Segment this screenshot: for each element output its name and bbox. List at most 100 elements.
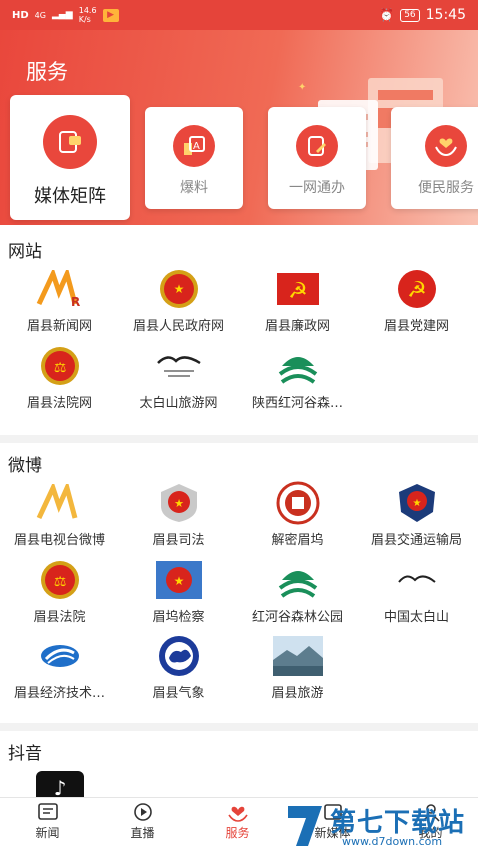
svg-text:★: ★: [412, 498, 421, 509]
service-label: 爆料: [180, 180, 208, 196]
news-icon: [37, 803, 58, 820]
service-card-report[interactable]: A 爆料: [145, 107, 243, 209]
weibo-item[interactable]: ★ 眉县司法: [119, 483, 238, 548]
service-label: 媒体矩阵: [34, 186, 106, 207]
weibo-item[interactable]: ⚖ 眉县法院: [0, 560, 119, 625]
weibo-name: 中国太白山: [383, 610, 449, 625]
tourism-photo-icon: [272, 636, 323, 676]
play-icon: [133, 803, 152, 821]
svg-text:✦: ✦: [298, 82, 306, 93]
svg-text:★: ★: [174, 497, 184, 510]
weibo-item[interactable]: 眉县电视台微博: [0, 483, 119, 548]
watermark-url: www.d7down.com: [342, 835, 443, 848]
app-page: HD 4G ▂▄▆ 14.6 K/s ▶ ⏰ 56 15:45 服务 ✦ 媒体矩…: [0, 0, 478, 850]
svg-text:☭: ☭: [288, 279, 308, 304]
site-watermark: 第七下载站 www.d7down.com: [282, 800, 478, 850]
service-card-media-matrix[interactable]: 媒体矩阵: [10, 95, 130, 220]
service-card-convenience[interactable]: 便民服务: [391, 107, 478, 209]
websites-section: 网站 R 眉县新闻网 ★ 眉县人民政府网 ☭ 眉县廉政网 ☭ 眉县党建网 ⚖ 眉…: [0, 225, 478, 435]
network-speed: 14.6 K/s: [79, 6, 97, 24]
svg-text:A: A: [193, 141, 200, 152]
one-stop-service-icon: [296, 125, 338, 167]
nav-label: 直播: [130, 826, 155, 840]
watermark-logo-icon: [288, 806, 322, 846]
section-title: 网站: [8, 242, 42, 262]
website-name: 太白山旅游网: [139, 396, 218, 411]
weibo-item[interactable]: 解密眉坞: [238, 481, 357, 548]
convenience-service-icon: [425, 125, 467, 167]
section-divider: [0, 723, 478, 731]
nav-service[interactable]: 服务: [190, 802, 285, 841]
weibo-item[interactable]: 红河谷森林公园: [238, 560, 357, 625]
notification-app-icon: ▶: [102, 8, 119, 22]
status-bar: HD 4G ▂▄▆ 14.6 K/s ▶ ⏰ 56 15:45: [0, 0, 478, 30]
battery-icon: 56: [400, 8, 420, 22]
svg-text:⚖: ⚖: [53, 574, 66, 590]
tv-station-logo-icon: [35, 483, 85, 523]
service-label: 便民服务: [418, 180, 474, 196]
network-type: HD: [12, 9, 29, 21]
section-title: 微博: [8, 456, 42, 476]
website-name: 眉县法院网: [26, 396, 92, 411]
website-item[interactable]: ☭ 眉县廉政网: [238, 269, 357, 334]
weibo-item[interactable]: 眉县气象: [119, 636, 238, 701]
meteorology-emblem-icon: [154, 636, 204, 676]
website-item[interactable]: 陕西红河谷森…: [238, 346, 357, 411]
service-card-one-stop[interactable]: 一网通办: [268, 107, 366, 209]
meixian-news-logo-icon: R: [35, 269, 85, 309]
weibo-item[interactable]: ★ 眉坞检察: [119, 560, 238, 625]
svg-text:☭: ☭: [407, 278, 427, 303]
weibo-name: 解密眉坞: [271, 533, 324, 548]
weibo-name: 眉县气象: [152, 686, 205, 701]
website-item[interactable]: ⚖ 眉县法院网: [0, 346, 119, 411]
justice-emblem-icon: ★: [154, 483, 204, 523]
svg-text:♪: ♪: [54, 776, 67, 797]
weibo-item[interactable]: 眉县旅游: [238, 636, 357, 701]
party-flag-icon: ☭: [273, 269, 323, 309]
website-item[interactable]: 太白山旅游网: [119, 346, 238, 411]
weibo-section: 微博 眉县电视台微博 ★ 眉县司法 解密眉坞 ★ 眉县交通运输局 ⚖ 眉县法院 …: [0, 443, 478, 723]
forest-park-logo-icon: [273, 560, 323, 600]
weibo-name: 眉县经济技术…: [13, 686, 105, 701]
weibo-item[interactable]: 中国太白山: [357, 560, 476, 625]
report-icon: A: [173, 125, 215, 167]
weibo-name: 眉县交通运输局: [370, 533, 462, 548]
nav-label: 新闻: [35, 826, 60, 840]
nav-label: 服务: [225, 826, 250, 840]
nav-live[interactable]: 直播: [95, 802, 190, 841]
website-name: 眉县新闻网: [26, 319, 92, 334]
forest-park-logo-icon: [273, 346, 323, 386]
court-emblem-icon: ⚖: [35, 346, 85, 386]
national-emblem-icon: ★: [154, 269, 204, 309]
nav-news[interactable]: 新闻: [0, 802, 95, 841]
website-item[interactable]: ☭ 眉县党建网: [357, 269, 476, 334]
economic-zone-logo-icon: [35, 636, 85, 676]
service-cards: 媒体矩阵 A 爆料 一网通办 便民服务: [0, 95, 478, 225]
clock: 15:45: [425, 7, 466, 23]
taibai-mountain-logo-icon: [154, 346, 204, 386]
svg-text:★: ★: [173, 282, 184, 296]
taibai-mountain-logo-icon: [392, 560, 442, 600]
svg-text:R: R: [71, 295, 80, 308]
website-name: 眉县人民政府网: [132, 319, 224, 334]
weibo-name: 眉县法院: [33, 610, 86, 625]
website-item[interactable]: R 眉县新闻网: [0, 269, 119, 334]
watermark-text: 第七下载站: [330, 808, 466, 838]
speed-value: 14.6: [78, 6, 97, 15]
weibo-name: 红河谷森林公园: [251, 610, 343, 625]
traffic-police-emblem-icon: ★: [392, 483, 442, 523]
heart-hand-icon: [227, 806, 248, 822]
alarm-icon: ⏰: [379, 8, 395, 22]
weibo-item[interactable]: 眉县经济技术…: [0, 636, 119, 701]
service-label: 一网通办: [289, 180, 345, 196]
party-emblem-icon: ☭: [392, 269, 442, 309]
procuratorate-emblem-icon: ★: [154, 560, 204, 600]
section-title: 抖音: [8, 744, 42, 764]
douyin-section: 抖音 ♪: [0, 731, 478, 797]
website-item[interactable]: ★ 眉县人民政府网: [119, 269, 238, 334]
signal-type: 4G: [34, 10, 46, 20]
website-name: 眉县廉政网: [264, 319, 330, 334]
svg-text:⚖: ⚖: [53, 360, 66, 376]
weibo-item[interactable]: ★ 眉县交通运输局: [357, 483, 476, 548]
douyin-app-icon[interactable]: ♪: [36, 771, 84, 797]
